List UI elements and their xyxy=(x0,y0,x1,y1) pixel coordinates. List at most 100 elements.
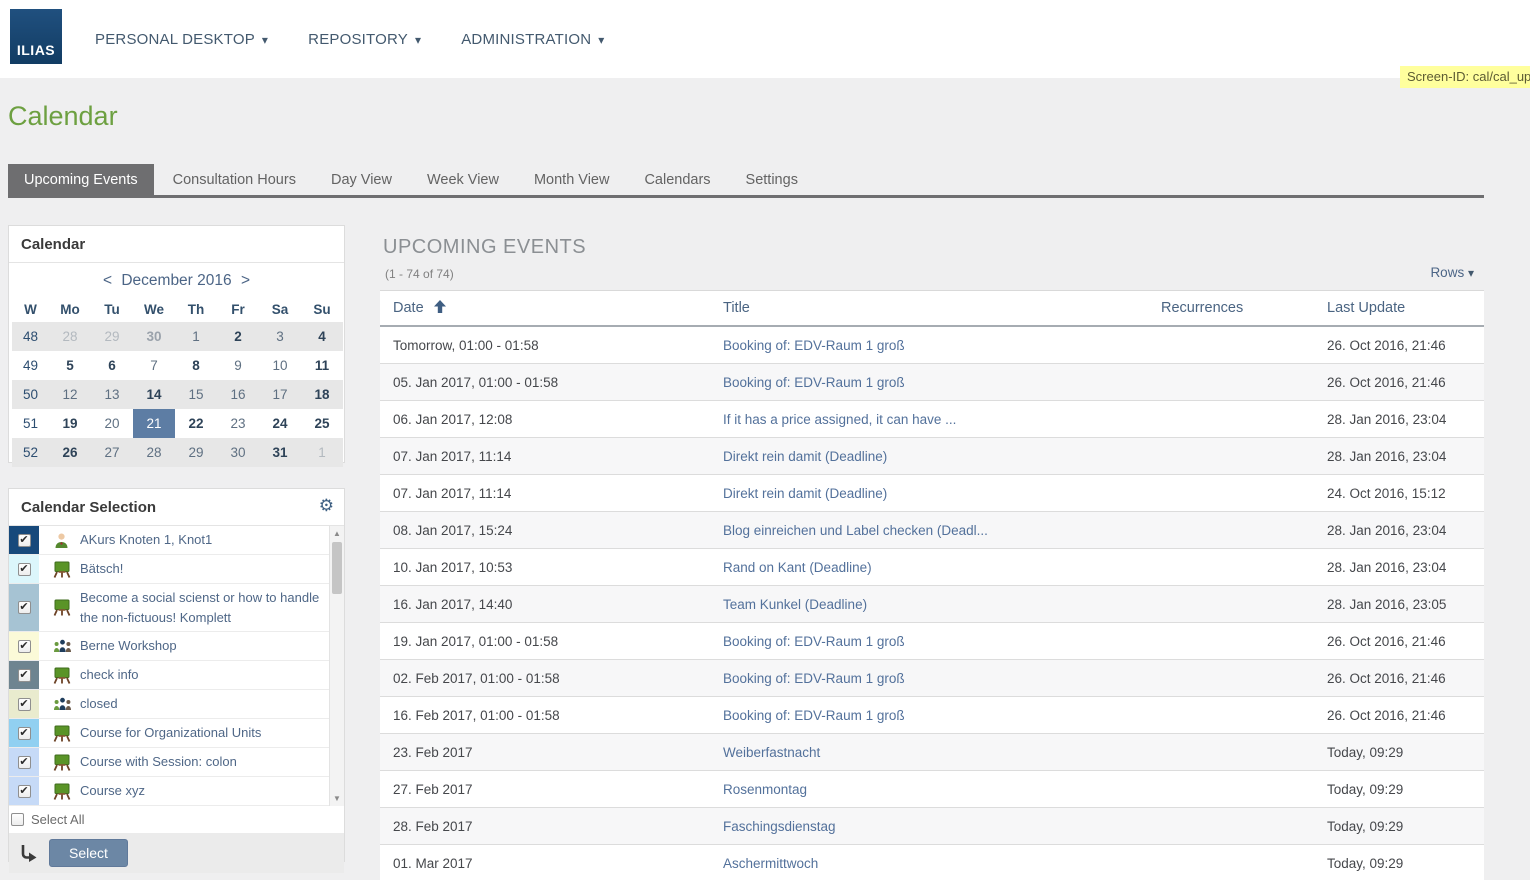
calendar-checkbox[interactable]: ✔ xyxy=(18,756,31,769)
column-header-last-update[interactable]: Last Update xyxy=(1314,291,1484,327)
event-title-link[interactable]: If it has a price assigned, it can have … xyxy=(723,412,956,427)
rows-dropdown[interactable]: Rows xyxy=(1430,265,1474,280)
day-cell[interactable]: 1 xyxy=(175,322,217,351)
day-cell[interactable]: 13 xyxy=(91,380,133,409)
calendar-item-label[interactable]: Become a social scienst or how to handle… xyxy=(80,584,326,631)
tab-upcoming-events[interactable]: Upcoming Events xyxy=(8,164,154,195)
day-cell[interactable]: 29 xyxy=(91,322,133,351)
day-cell[interactable]: 27 xyxy=(91,438,133,467)
ilias-logo[interactable]: ILIAS xyxy=(10,9,62,64)
day-cell[interactable]: 3 xyxy=(259,322,301,351)
scrollbar-thumb[interactable] xyxy=(332,542,342,594)
day-cell[interactable]: 24 xyxy=(259,409,301,438)
day-cell[interactable]: 15 xyxy=(175,380,217,409)
day-cell[interactable]: 10 xyxy=(259,351,301,380)
day-cell[interactable]: 30 xyxy=(133,322,175,351)
prev-month-button[interactable]: < xyxy=(103,272,112,289)
day-cell[interactable]: 6 xyxy=(91,351,133,380)
calendar-selection-item[interactable]: ✔ Bätsch! xyxy=(9,555,344,584)
calendar-item-label[interactable]: closed xyxy=(80,690,118,718)
day-cell[interactable]: 30 xyxy=(217,438,259,467)
calendar-item-label[interactable]: Course for Organizational Units xyxy=(80,719,261,747)
day-cell[interactable]: 9 xyxy=(217,351,259,380)
calendar-item-label[interactable]: Course xyz xyxy=(80,777,145,805)
day-cell[interactable]: 29 xyxy=(175,438,217,467)
column-header-date[interactable]: Date xyxy=(380,291,710,327)
calendar-item-label[interactable]: Course with Session: colon xyxy=(80,748,237,776)
calendar-checkbox[interactable]: ✔ xyxy=(18,563,31,576)
selected-day-cell[interactable]: 21 xyxy=(133,409,175,438)
event-title-link[interactable]: Booking of: EDV-Raum 1 groß xyxy=(723,375,905,390)
event-title-link[interactable]: Direkt rein damit (Deadline) xyxy=(723,449,887,464)
event-title-link[interactable]: Rand on Kant (Deadline) xyxy=(723,560,872,575)
day-cell[interactable]: 7 xyxy=(133,351,175,380)
gear-icon[interactable]: ⚙ xyxy=(319,496,334,516)
day-cell[interactable]: 16 xyxy=(217,380,259,409)
scrollbar[interactable]: ▲ ▼ xyxy=(329,526,344,806)
calendar-checkbox[interactable]: ✔ xyxy=(18,601,31,614)
select-button[interactable]: Select xyxy=(49,839,128,867)
day-cell[interactable]: 12 xyxy=(49,380,91,409)
calendar-checkbox[interactable]: ✔ xyxy=(18,727,31,740)
event-title-link[interactable]: Weiberfastnacht xyxy=(723,745,820,760)
week-number[interactable]: 52 xyxy=(12,438,49,467)
event-title-link[interactable]: Booking of: EDV-Raum 1 groß xyxy=(723,338,905,353)
calendar-selection-item[interactable]: ✔ Course for Organizational Units xyxy=(9,719,344,748)
next-month-button[interactable]: > xyxy=(241,272,250,289)
event-title-link[interactable]: Blog einreichen und Label checken (Deadl… xyxy=(723,523,988,538)
day-cell[interactable]: 14 xyxy=(133,380,175,409)
day-cell[interactable]: 22 xyxy=(175,409,217,438)
day-cell[interactable]: 28 xyxy=(49,322,91,351)
column-header-title[interactable]: Title xyxy=(710,291,1148,327)
select-all-checkbox[interactable] xyxy=(11,813,24,826)
scroll-up-icon[interactable]: ▲ xyxy=(330,529,344,538)
day-cell[interactable]: 28 xyxy=(133,438,175,467)
calendar-checkbox[interactable]: ✔ xyxy=(18,640,31,653)
month-label[interactable]: December 2016 xyxy=(121,272,231,289)
calendar-selection-item[interactable]: ✔ Course xyz xyxy=(9,777,344,806)
event-title-link[interactable]: Team Kunkel (Deadline) xyxy=(723,597,867,612)
day-cell[interactable]: 8 xyxy=(175,351,217,380)
day-cell[interactable]: 20 xyxy=(91,409,133,438)
calendar-checkbox[interactable]: ✔ xyxy=(18,669,31,682)
event-title-link[interactable]: Booking of: EDV-Raum 1 groß xyxy=(723,671,905,686)
tab-consultation-hours[interactable]: Consultation Hours xyxy=(157,164,312,195)
calendar-selection-item[interactable]: ✔ AKurs Knoten 1, Knot1 xyxy=(9,526,344,555)
calendar-checkbox[interactable]: ✔ xyxy=(18,785,31,798)
day-cell[interactable]: 19 xyxy=(49,409,91,438)
week-number[interactable]: 48 xyxy=(12,322,49,351)
calendar-selection-item[interactable]: ✔ Berne Workshop xyxy=(9,632,344,661)
event-title-link[interactable]: Booking of: EDV-Raum 1 groß xyxy=(723,634,905,649)
calendar-item-label[interactable]: Bätsch! xyxy=(80,555,123,583)
day-cell[interactable]: 18 xyxy=(301,380,343,409)
event-title-link[interactable]: Direkt rein damit (Deadline) xyxy=(723,486,887,501)
day-cell[interactable]: 31 xyxy=(259,438,301,467)
day-cell[interactable]: 26 xyxy=(49,438,91,467)
calendar-item-label[interactable]: check info xyxy=(80,661,139,689)
scroll-down-icon[interactable]: ▼ xyxy=(330,794,344,803)
event-title-link[interactable]: Faschingsdienstag xyxy=(723,819,836,834)
calendar-selection-item[interactable]: ✔ check info xyxy=(9,661,344,690)
calendar-selection-item[interactable]: ✔ closed xyxy=(9,690,344,719)
day-cell[interactable]: 4 xyxy=(301,322,343,351)
column-header-recurrences[interactable]: Recurrences xyxy=(1148,291,1314,327)
event-title-link[interactable]: Booking of: EDV-Raum 1 groß xyxy=(723,708,905,723)
event-title-link[interactable]: Aschermittwoch xyxy=(723,856,818,871)
week-number[interactable]: 50 xyxy=(12,380,49,409)
calendar-checkbox[interactable]: ✔ xyxy=(18,534,31,547)
day-cell[interactable]: 11 xyxy=(301,351,343,380)
nav-personal-desktop[interactable]: PERSONAL DESKTOP xyxy=(95,31,268,48)
calendar-selection-item[interactable]: ✔ Course with Session: colon xyxy=(9,748,344,777)
week-number[interactable]: 51 xyxy=(12,409,49,438)
day-cell[interactable]: 25 xyxy=(301,409,343,438)
day-cell[interactable]: 1 xyxy=(301,438,343,467)
week-number[interactable]: 49 xyxy=(12,351,49,380)
day-cell[interactable]: 23 xyxy=(217,409,259,438)
calendar-item-label[interactable]: Berne Workshop xyxy=(80,632,177,660)
calendar-checkbox[interactable]: ✔ xyxy=(18,698,31,711)
day-cell[interactable]: 5 xyxy=(49,351,91,380)
day-cell[interactable]: 17 xyxy=(259,380,301,409)
event-title-link[interactable]: Rosenmontag xyxy=(723,782,807,797)
day-cell[interactable]: 2 xyxy=(217,322,259,351)
calendar-item-label[interactable]: AKurs Knoten 1, Knot1 xyxy=(80,526,212,554)
